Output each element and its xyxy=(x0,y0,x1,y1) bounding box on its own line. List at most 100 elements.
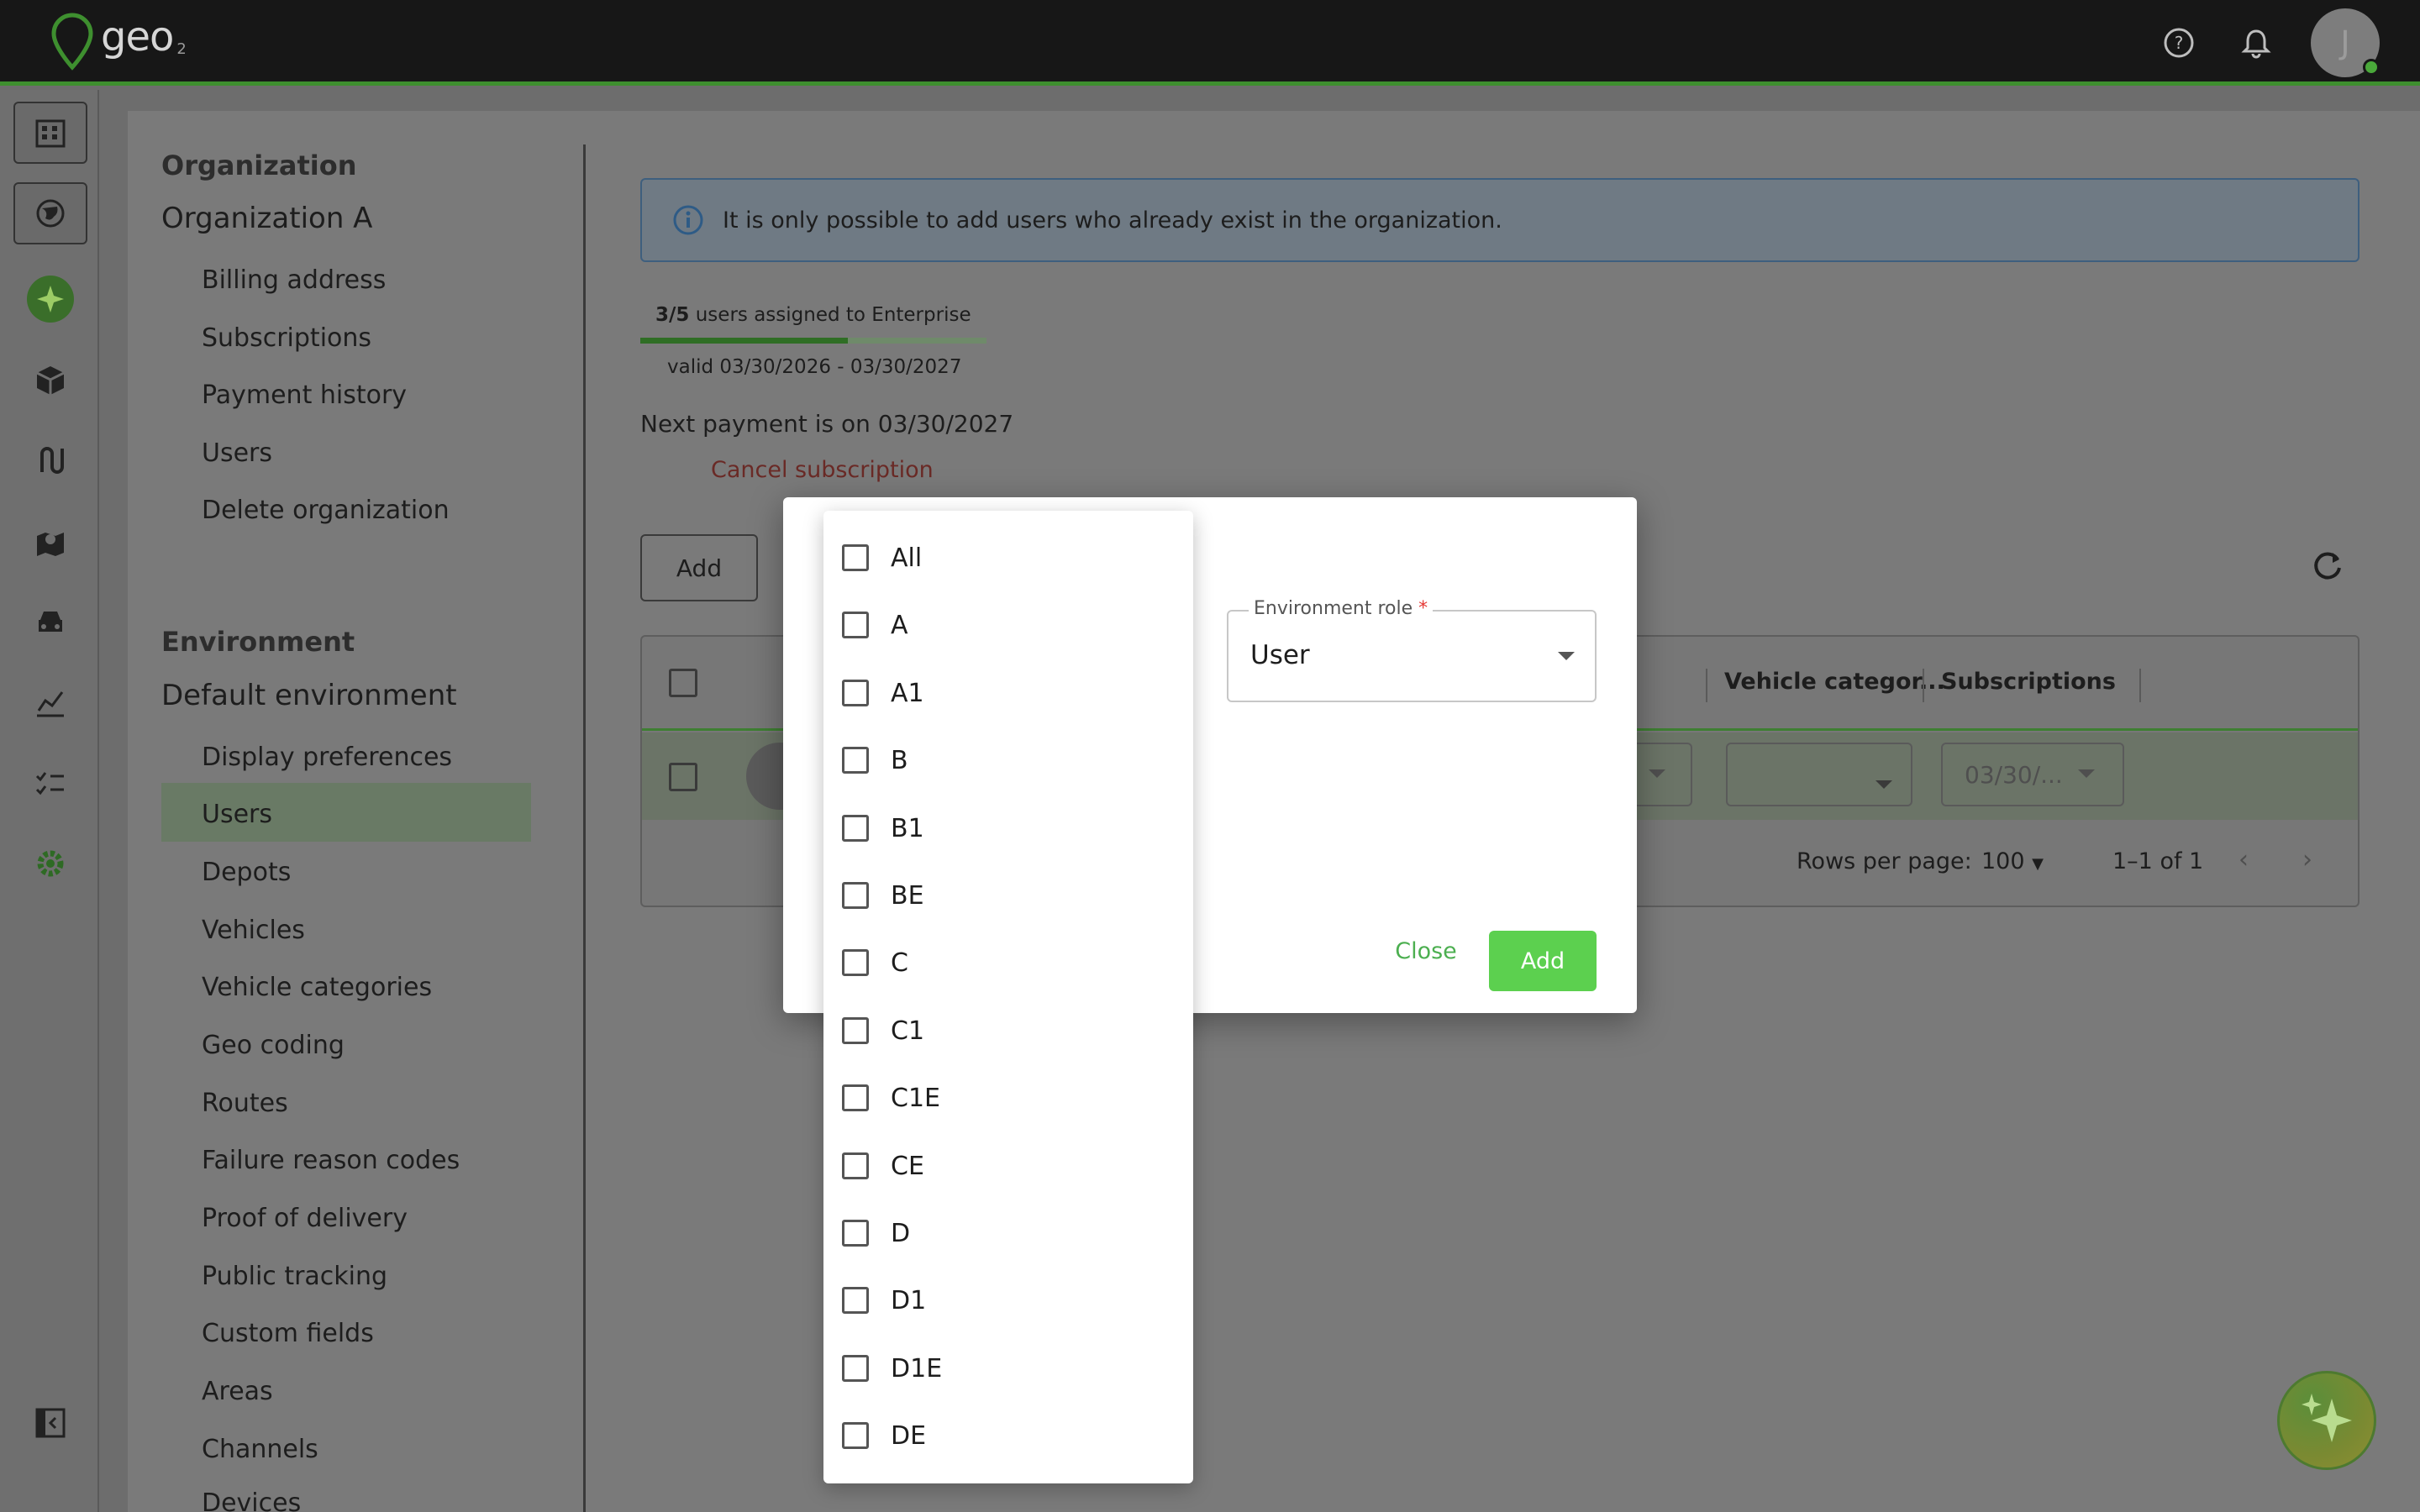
option-label: D1E xyxy=(891,1353,943,1383)
organization-building-icon[interactable] xyxy=(13,102,87,164)
users-assigned-label: 3/5 users assigned to Enterprise xyxy=(655,304,971,326)
user-avatar[interactable]: J xyxy=(2311,8,2380,77)
chevron-down-icon xyxy=(1558,652,1575,660)
info-icon xyxy=(673,205,703,235)
environment-role-select[interactable]: Environment role * User xyxy=(1227,598,1597,702)
nav-link-channels[interactable]: Channels xyxy=(202,1435,318,1464)
checkbox[interactable] xyxy=(842,1084,869,1111)
nav-link-proof-of-delivery[interactable]: Proof of delivery xyxy=(202,1204,408,1233)
settings-gear-icon[interactable] xyxy=(13,832,87,895)
ai-sparkle-fab[interactable] xyxy=(2277,1371,2376,1470)
option-a[interactable]: A xyxy=(823,591,1193,659)
option-c1e[interactable]: C1E xyxy=(823,1064,1193,1131)
checkbox[interactable] xyxy=(842,1220,869,1247)
option-de[interactable]: DE xyxy=(823,1402,1193,1469)
option-b[interactable]: B xyxy=(823,727,1193,794)
option-ce[interactable]: CE xyxy=(823,1132,1193,1200)
nav-link-org-users[interactable]: Users xyxy=(202,438,272,468)
nav-link-vehicles[interactable]: Vehicles xyxy=(202,916,305,945)
column-header-vehicle-category[interactable]: Vehicle categor... xyxy=(1724,669,1945,695)
next-page-icon[interactable]: › xyxy=(2302,845,2312,874)
globe-icon[interactable] xyxy=(13,182,87,244)
option-d1[interactable]: D1 xyxy=(823,1267,1193,1334)
users-assigned-text: users assigned to Enterprise xyxy=(689,304,971,326)
select-all-checkbox[interactable] xyxy=(669,669,697,697)
nav-org-name[interactable]: Organization A xyxy=(161,202,372,235)
row-checkbox[interactable] xyxy=(669,763,697,791)
cancel-subscription-link[interactable]: Cancel subscription xyxy=(711,457,934,483)
nav-link-subscriptions[interactable]: Subscriptions xyxy=(202,323,371,353)
help-icon[interactable]: ? xyxy=(2160,24,2198,62)
ai-assistant-icon[interactable] xyxy=(13,268,87,330)
previous-page-icon[interactable]: ‹ xyxy=(2238,845,2249,874)
nav-link-delete-organization[interactable]: Delete organization xyxy=(202,496,450,525)
nav-link-devices[interactable]: Devices xyxy=(202,1488,301,1512)
refresh-icon[interactable] xyxy=(2309,548,2346,585)
notification-bell-icon[interactable] xyxy=(2237,24,2275,62)
checkbox[interactable] xyxy=(842,680,869,706)
checkbox[interactable] xyxy=(842,747,869,774)
info-alert-text: It is only possible to add users who alr… xyxy=(723,207,1502,234)
vehicle-icon[interactable] xyxy=(13,591,87,653)
nav-link-areas[interactable]: Areas xyxy=(202,1377,273,1406)
collapse-sidebar-icon[interactable] xyxy=(13,1392,87,1454)
option-d[interactable]: D xyxy=(823,1200,1193,1267)
location-pin-icon xyxy=(51,13,93,71)
column-header-subscriptions[interactable]: Subscriptions xyxy=(1941,669,2116,695)
checklist-icon[interactable] xyxy=(13,752,87,814)
nav-env-name[interactable]: Default environment xyxy=(161,679,457,712)
checkbox[interactable] xyxy=(842,882,869,909)
checkbox[interactable] xyxy=(842,1017,869,1044)
nav-section-environment: Environment xyxy=(161,626,355,658)
option-be[interactable]: BE xyxy=(823,862,1193,929)
checkbox[interactable] xyxy=(842,544,869,571)
nav-link-payment-history[interactable]: Payment history xyxy=(202,381,407,410)
avatar-initial: J xyxy=(2340,24,2350,61)
users-assigned-progress xyxy=(640,338,986,344)
checkbox[interactable] xyxy=(842,1355,869,1382)
checkbox[interactable] xyxy=(842,815,869,842)
nav-section-organization: Organization xyxy=(161,150,357,181)
checkbox[interactable] xyxy=(842,612,869,638)
rows-per-page-select[interactable]: 100 ▼ xyxy=(1981,848,2044,874)
option-all[interactable]: All xyxy=(823,524,1193,591)
option-c[interactable]: C xyxy=(823,929,1193,996)
map-pin-icon[interactable] xyxy=(13,510,87,572)
row-vehicle-category-select[interactable] xyxy=(1726,743,1912,806)
logo-text: geo xyxy=(101,13,174,60)
option-label: D1 xyxy=(891,1285,927,1315)
route-icon[interactable] xyxy=(13,429,87,491)
nav-link-display-preferences[interactable]: Display preferences xyxy=(202,743,452,772)
nav-link-vehicle-categories[interactable]: Vehicle categories xyxy=(202,973,432,1002)
package-icon[interactable] xyxy=(13,349,87,411)
settings-nav-divider xyxy=(583,144,586,1512)
nav-link-env-users[interactable]: Users xyxy=(202,800,272,829)
option-a1[interactable]: A1 xyxy=(823,659,1193,727)
column-separator xyxy=(2139,669,2141,702)
checkbox[interactable] xyxy=(842,1152,869,1179)
option-label: C1E xyxy=(891,1083,940,1113)
option-c1[interactable]: C1 xyxy=(823,997,1193,1064)
close-button[interactable]: Close xyxy=(1380,929,1472,973)
checkbox[interactable] xyxy=(842,1422,869,1449)
confirm-add-button[interactable]: Add xyxy=(1489,931,1597,991)
option-label: DE xyxy=(891,1420,927,1451)
option-d1e[interactable]: D1E xyxy=(823,1335,1193,1402)
nav-link-failure-reason-codes[interactable]: Failure reason codes xyxy=(202,1146,460,1175)
add-user-button[interactable]: Add xyxy=(640,534,758,601)
nav-link-routes[interactable]: Routes xyxy=(202,1089,288,1118)
nav-link-public-tracking[interactable]: Public tracking xyxy=(202,1262,387,1291)
nav-link-geo-coding[interactable]: Geo coding xyxy=(202,1031,345,1060)
nav-link-billing-address[interactable]: Billing address xyxy=(202,265,386,295)
option-b1[interactable]: B1 xyxy=(823,795,1193,862)
nav-link-depots[interactable]: Depots xyxy=(202,858,291,887)
nav-link-custom-fields[interactable]: Custom fields xyxy=(202,1319,374,1348)
left-rail xyxy=(0,90,99,1512)
row-subscription-select[interactable]: 03/30/... xyxy=(1941,743,2124,806)
checkbox[interactable] xyxy=(842,949,869,976)
top-bar: geo 2 ? J xyxy=(0,0,2420,86)
checkbox[interactable] xyxy=(842,1287,869,1314)
analytics-chart-icon[interactable] xyxy=(13,671,87,733)
geo-logo[interactable]: geo 2 xyxy=(49,12,187,71)
option-label: D xyxy=(891,1218,911,1248)
